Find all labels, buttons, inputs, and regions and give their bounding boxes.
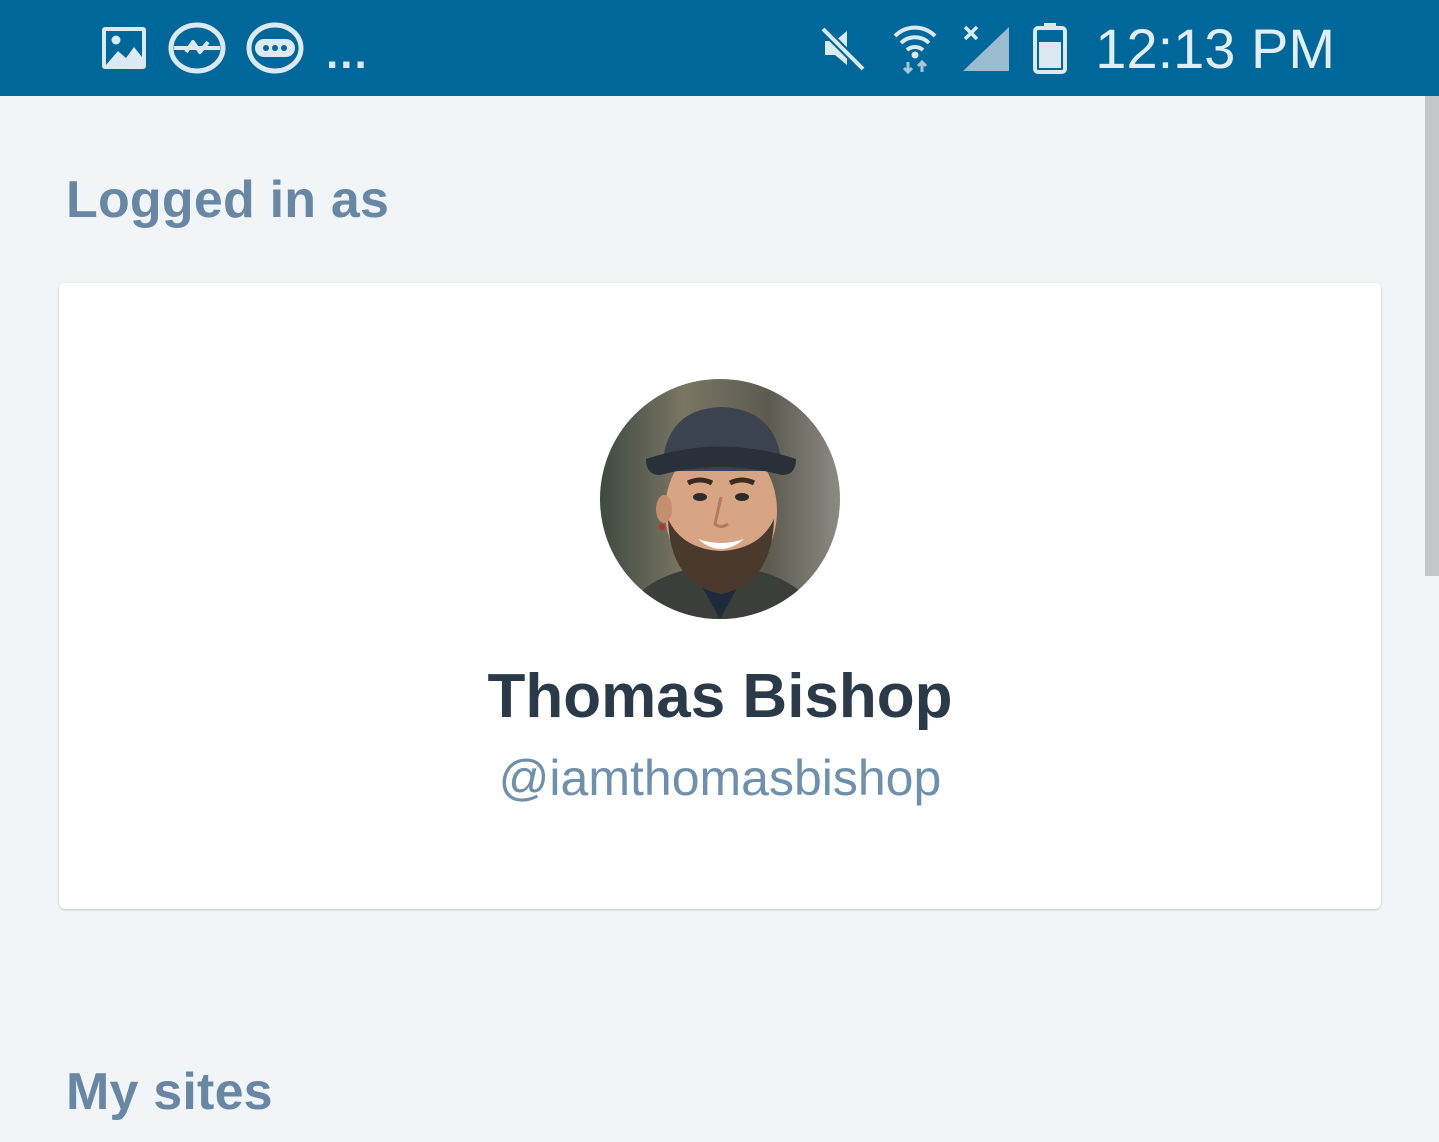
signal-icon [961,23,1011,73]
avatar [600,379,840,619]
profile-username: @iamthomasbishop [498,750,942,806]
profile-display-name: Thomas Bishop [487,662,953,731]
wifi-icon [891,22,939,74]
my-sites-heading: My sites [66,1063,273,1121]
chat-bubble-icon [246,22,304,74]
scrollbar-thumb[interactable] [1425,96,1439,576]
status-bar: ... 12:13 PM [0,0,1439,96]
system-status-area: 12:13 PM [819,16,1335,80]
battery-icon [1033,22,1068,74]
more-notifications-indicator: ... [326,29,369,78]
logged-in-heading: Logged in as [66,171,390,229]
profile-card[interactable]: Thomas Bishop @iamthomasbishop [59,283,1381,909]
mute-icon [819,23,869,73]
status-clock: 12:13 PM [1095,16,1335,80]
image-icon [100,25,148,71]
notification-area: ... [100,22,369,78]
messenger-icon [168,22,226,74]
